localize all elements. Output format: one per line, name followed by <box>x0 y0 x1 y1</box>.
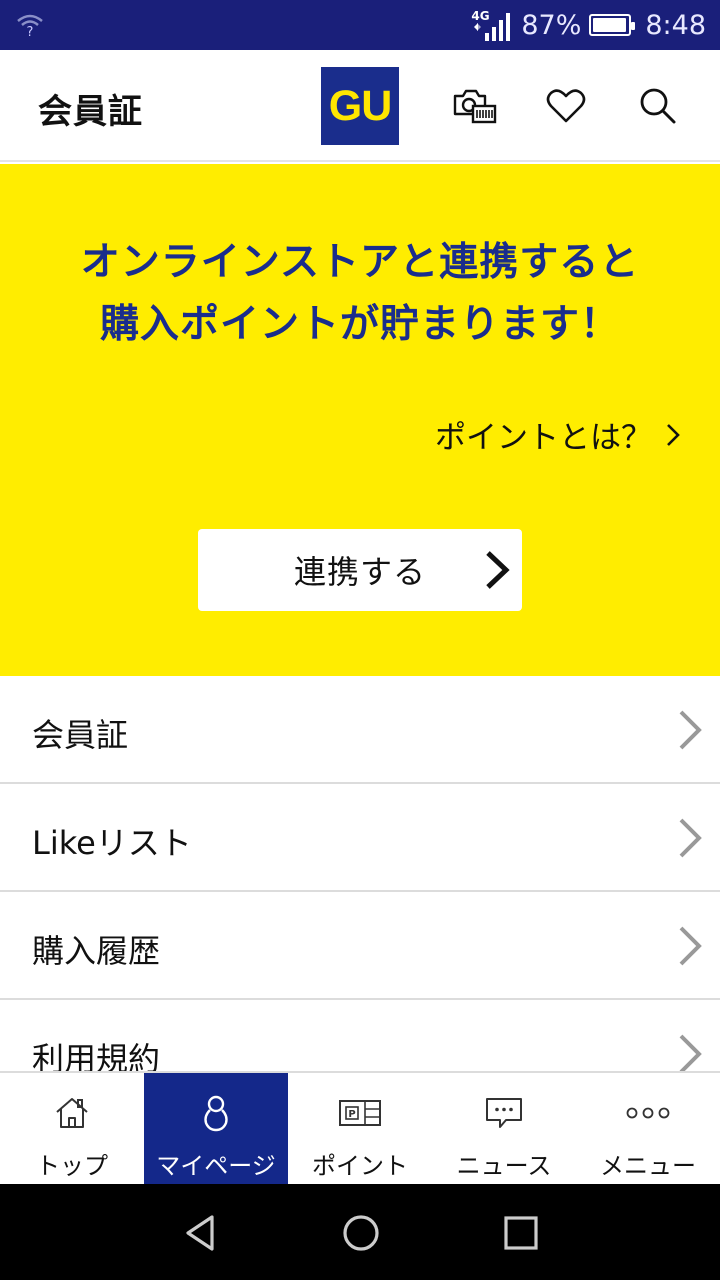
connect-button-label: 連携する <box>293 553 426 591</box>
chevron-right-icon <box>679 818 702 858</box>
system-nav-bar <box>0 1184 720 1280</box>
banner-headline: オンラインストアと連携すると 購入ポイントが貯まります！ <box>0 232 720 356</box>
online-store-link-banner: オンラインストアと連携すると 購入ポイントが貯まります！ ポイントとは？ 連携す… <box>0 164 720 676</box>
page-title: 会員証 <box>38 92 143 132</box>
chevron-right-icon <box>486 551 510 589</box>
list-item-membership-card[interactable]: 会員証 <box>0 676 720 784</box>
heart-icon[interactable] <box>540 80 592 132</box>
tab-label: メニュー <box>600 1152 696 1180</box>
svg-text:?: ? <box>27 25 34 38</box>
home-icon <box>47 1093 97 1133</box>
chevron-right-icon <box>679 1034 702 1074</box>
chevron-right-icon <box>667 423 680 446</box>
tab-top[interactable]: トップ <box>0 1073 144 1186</box>
mypage-menu-list: 会員証 Likeリスト 購入履歴 利用規約 <box>0 676 720 1108</box>
chat-bubble-icon <box>479 1093 529 1133</box>
what-is-points-label: ポイントとは？ <box>435 420 652 456</box>
logo-text: GU <box>328 81 392 130</box>
tab-points[interactable]: P ポイント <box>288 1073 432 1186</box>
list-item-like-list[interactable]: Likeリスト <box>0 784 720 892</box>
chevron-right-icon <box>679 710 702 750</box>
recents-icon[interactable] <box>500 1212 542 1254</box>
what-is-points-link[interactable]: ポイントとは？ <box>435 412 680 457</box>
battery-percent: 87% <box>521 9 582 41</box>
list-item-label: Likeリスト <box>32 824 192 862</box>
signal-icon: 4G <box>471 5 513 45</box>
tab-label: トップ <box>36 1152 108 1180</box>
list-item-label: 会員証 <box>32 716 129 754</box>
tab-label: ポイント <box>312 1152 408 1180</box>
wifi-icon: ? <box>17 14 43 38</box>
list-item-purchase-history[interactable]: 購入履歴 <box>0 892 720 1000</box>
camera-barcode-icon[interactable] <box>448 80 500 132</box>
banner-headline-line1: オンラインストアと連携すると <box>80 240 640 285</box>
battery-icon <box>589 14 636 36</box>
point-card-icon: P <box>335 1093 385 1133</box>
bottom-tab-bar: トップ マイページ P ポイント ニュース メニュー <box>0 1071 720 1186</box>
gu-logo[interactable]: GU <box>321 67 399 145</box>
home-circle-icon[interactable] <box>340 1212 382 1254</box>
person-icon <box>191 1093 241 1133</box>
app-header: 会員証 GU <box>0 50 720 162</box>
svg-text:P: P <box>348 1109 355 1120</box>
search-icon[interactable] <box>632 80 684 132</box>
chevron-right-icon <box>679 926 702 966</box>
tab-menu[interactable]: メニュー <box>576 1073 720 1186</box>
list-item-label: 購入履歴 <box>32 932 161 970</box>
tab-mypage[interactable]: マイページ <box>144 1073 288 1186</box>
tab-label: マイページ <box>156 1152 276 1180</box>
more-dots-icon <box>623 1093 673 1133</box>
tab-news[interactable]: ニュース <box>432 1073 576 1186</box>
connect-button[interactable]: 連携する <box>198 529 522 611</box>
clock: 8:48 <box>645 9 706 41</box>
banner-headline-line2: 購入ポイントが貯まります！ <box>99 302 620 347</box>
tab-label: ニュース <box>456 1152 552 1180</box>
status-bar: ? 4G 87% 8:48 <box>0 0 720 50</box>
back-icon[interactable] <box>180 1212 222 1254</box>
